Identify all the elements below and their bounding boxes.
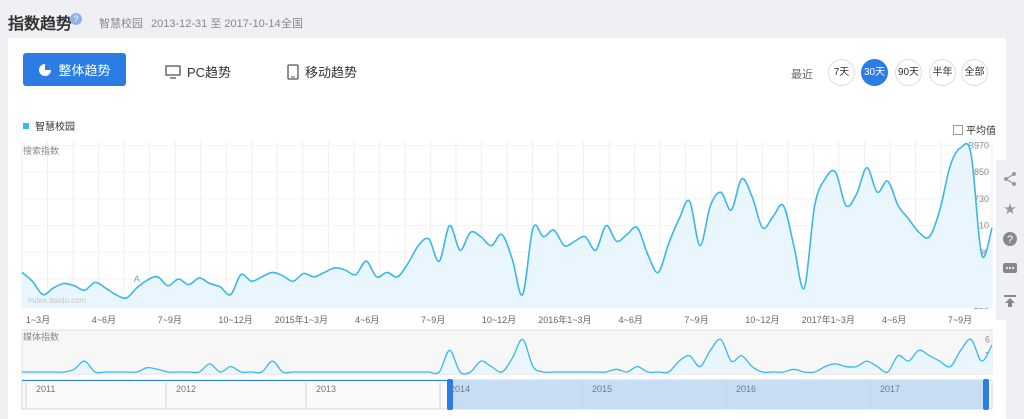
- media-y-axis-label: 媒体指数: [23, 331, 59, 342]
- region-label: 全国: [281, 18, 303, 30]
- y-tick-label: 970: [974, 140, 989, 150]
- watermark: index.baidu.com: [28, 296, 87, 305]
- x-tick-label: 2016年1~3月: [538, 314, 591, 325]
- navigator-right-handle[interactable]: [983, 379, 989, 410]
- navigator-year-label: 2013: [316, 384, 336, 394]
- navigator-year-label: 2017: [880, 384, 900, 394]
- share-icon[interactable]: [1001, 170, 1019, 188]
- page-title: 指数趋势: [8, 16, 73, 33]
- top-bar: 指数趋势 ? 智慧校园 2013-12-31 至 2017-10-14 全国: [0, 0, 1024, 38]
- navigator-year-label: 2012: [176, 384, 196, 394]
- media-y-tick-label: 6: [985, 334, 990, 344]
- back-to-top-icon[interactable]: [1001, 292, 1019, 310]
- x-tick-label: 4~6月: [92, 315, 116, 325]
- x-tick-label: 4~6月: [619, 315, 643, 325]
- comment-icon[interactable]: [1001, 260, 1019, 278]
- chart-card: 整体趋势 PC趋势 移动趋势 最近 7天 30天 90天 半年 全部 智慧校园 …: [8, 38, 1006, 419]
- x-tick-label: 2015年1~3月: [275, 314, 328, 325]
- annotation-B: B: [968, 140, 974, 150]
- navigator-year-label: 2011: [36, 384, 55, 394]
- x-tick-label: 7~9月: [158, 315, 182, 325]
- navigator-left-handle[interactable]: [447, 379, 453, 410]
- svg-text:?: ?: [1007, 234, 1013, 246]
- navigator-year-label: 2014: [450, 384, 470, 394]
- x-tick-label: 4~6月: [355, 315, 379, 325]
- x-tick-label: 10~12月: [218, 315, 252, 325]
- x-tick-label: 1~3月: [26, 315, 50, 325]
- navigator-selection: [450, 380, 986, 409]
- x-tick-label: 4~6月: [882, 315, 906, 325]
- x-tick-label: 10~12月: [745, 315, 779, 325]
- chart-svg[interactable]: 250370490610730850970搜索指数index.baidu.com…: [8, 38, 1006, 419]
- navigator-year-label: 2016: [736, 384, 756, 394]
- navigator-year-label: 2015: [592, 384, 612, 394]
- y-tick-label: 850: [974, 167, 989, 177]
- keyword-label: 智慧校园: [99, 18, 143, 30]
- x-tick-label: 10~12月: [482, 315, 516, 325]
- x-tick-label: 7~9月: [421, 315, 445, 325]
- star-icon[interactable]: ★: [1001, 200, 1019, 218]
- annotation-A: A: [134, 274, 140, 284]
- side-toolbar: ★ ?: [996, 160, 1024, 320]
- x-tick-label: 7~9月: [684, 315, 708, 325]
- navigator-top-border: [22, 380, 450, 381]
- y-axis-label: 搜索指数: [23, 145, 59, 156]
- x-tick-label: 2017年1~3月: [802, 314, 855, 325]
- date-range: 2013-12-31 至 2017-10-14: [151, 18, 281, 30]
- help-circle-icon[interactable]: ?: [1001, 230, 1019, 248]
- x-tick-label: 7~9月: [948, 315, 972, 325]
- help-icon[interactable]: ?: [70, 13, 82, 25]
